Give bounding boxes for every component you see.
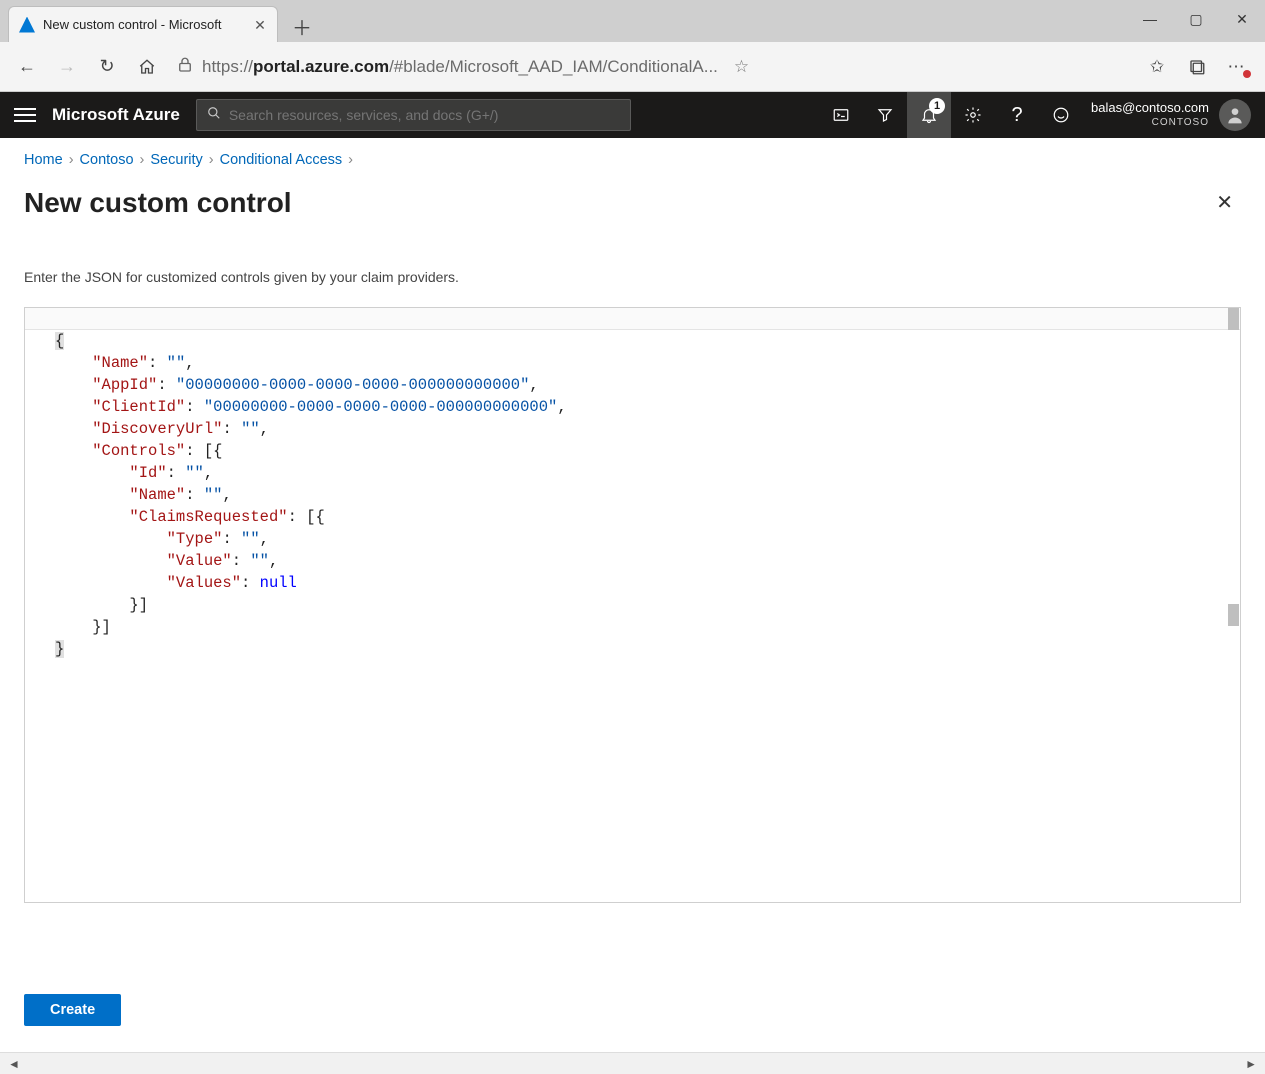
favorite-star-icon[interactable]: ☆ bbox=[726, 57, 757, 77]
window-minimize-button[interactable]: — bbox=[1127, 0, 1173, 38]
json-editor[interactable]: { "Name": "", "AppId": "00000000-0000-00… bbox=[24, 307, 1241, 903]
help-button[interactable]: ? bbox=[995, 92, 1039, 138]
collections-icon[interactable] bbox=[1179, 50, 1215, 84]
editor-toolbar bbox=[25, 308, 1240, 330]
favorites-bar-icon[interactable]: ✩ bbox=[1139, 50, 1175, 84]
account-directory: CONTOSO bbox=[1091, 115, 1209, 130]
back-button[interactable]: ← bbox=[10, 50, 44, 84]
account-info[interactable]: balas@contoso.com CONTOSO bbox=[1091, 100, 1209, 130]
lock-icon bbox=[176, 56, 194, 78]
tab-close-icon[interactable]: ✕ bbox=[253, 18, 267, 32]
brand-label[interactable]: Microsoft Azure bbox=[52, 105, 180, 125]
window-controls: — ▢ ✕ bbox=[1127, 0, 1265, 42]
directory-filter-button[interactable] bbox=[863, 92, 907, 138]
avatar[interactable] bbox=[1219, 99, 1251, 131]
breadcrumb-link[interactable]: Home bbox=[24, 152, 63, 168]
window-maximize-button[interactable]: ▢ bbox=[1173, 0, 1219, 38]
cloud-shell-button[interactable] bbox=[819, 92, 863, 138]
account-email: balas@contoso.com bbox=[1091, 100, 1209, 115]
chevron-right-icon: › bbox=[140, 152, 145, 168]
instruction-text: Enter the JSON for customized controls g… bbox=[24, 269, 1241, 285]
settings-button[interactable] bbox=[951, 92, 995, 138]
blade-content: Home › Contoso › Security › Conditional Access… bbox=[0, 138, 1265, 1052]
browser-toolbar: ← → ↻ https://portal.azure.com/#blade/Mi… bbox=[0, 42, 1265, 92]
scroll-right-icon[interactable]: ► bbox=[1241, 1057, 1261, 1071]
create-button[interactable]: Create bbox=[24, 994, 121, 1026]
breadcrumb-link[interactable]: Contoso bbox=[80, 152, 134, 168]
scroll-left-icon[interactable]: ◄ bbox=[4, 1057, 24, 1071]
tab-title: New custom control - Microsoft bbox=[43, 17, 245, 32]
scrollbar-thumb[interactable] bbox=[1228, 604, 1239, 626]
code-area[interactable]: { "Name": "", "AppId": "00000000-0000-00… bbox=[25, 330, 1240, 666]
refresh-button[interactable]: ↻ bbox=[90, 50, 124, 84]
chevron-right-icon: › bbox=[209, 152, 214, 168]
browser-chrome: New custom control - Microsoft ✕ ＋ — ▢ ✕… bbox=[0, 0, 1265, 92]
breadcrumb-link[interactable]: Conditional Access bbox=[220, 152, 343, 168]
chevron-right-icon: › bbox=[348, 152, 353, 168]
browser-actions: ✩ ⋯ bbox=[1139, 50, 1255, 84]
new-tab-button[interactable]: ＋ bbox=[286, 10, 318, 42]
update-indicator-icon bbox=[1243, 70, 1251, 78]
tab-strip: New custom control - Microsoft ✕ ＋ — ▢ ✕ bbox=[0, 0, 1265, 42]
more-menu-button[interactable]: ⋯ bbox=[1219, 50, 1255, 84]
chevron-right-icon: › bbox=[69, 152, 74, 168]
url-text: https://portal.azure.com/#blade/Microsof… bbox=[202, 57, 718, 77]
scrollbar-thumb[interactable] bbox=[1228, 308, 1239, 330]
page-title: New custom control bbox=[24, 187, 292, 219]
address-bar[interactable]: https://portal.azure.com/#blade/Microsof… bbox=[170, 56, 1133, 78]
forward-button: → bbox=[50, 50, 84, 84]
azure-header: Microsoft Azure 1 ? balas@contoso.com CO… bbox=[0, 92, 1265, 138]
header-icon-group: 1 ? balas@contoso.com CONTOSO bbox=[819, 92, 1251, 138]
browser-tab[interactable]: New custom control - Microsoft ✕ bbox=[8, 6, 278, 42]
horizontal-scrollbar[interactable]: ◄ ► bbox=[0, 1052, 1265, 1074]
breadcrumb: Home › Contoso › Security › Conditional Access… bbox=[24, 152, 1241, 168]
global-search[interactable] bbox=[196, 99, 631, 131]
notifications-button[interactable]: 1 bbox=[907, 92, 951, 138]
window-close-button[interactable]: ✕ bbox=[1219, 0, 1265, 38]
close-blade-button[interactable]: ✕ bbox=[1208, 186, 1241, 219]
breadcrumb-link[interactable]: Security bbox=[150, 152, 202, 168]
home-button[interactable] bbox=[130, 50, 164, 84]
global-search-input[interactable] bbox=[229, 107, 620, 123]
notification-badge: 1 bbox=[929, 98, 945, 114]
portal-menu-button[interactable] bbox=[14, 104, 36, 126]
feedback-button[interactable] bbox=[1039, 92, 1083, 138]
search-icon bbox=[207, 106, 221, 125]
azure-favicon-icon bbox=[19, 17, 35, 33]
